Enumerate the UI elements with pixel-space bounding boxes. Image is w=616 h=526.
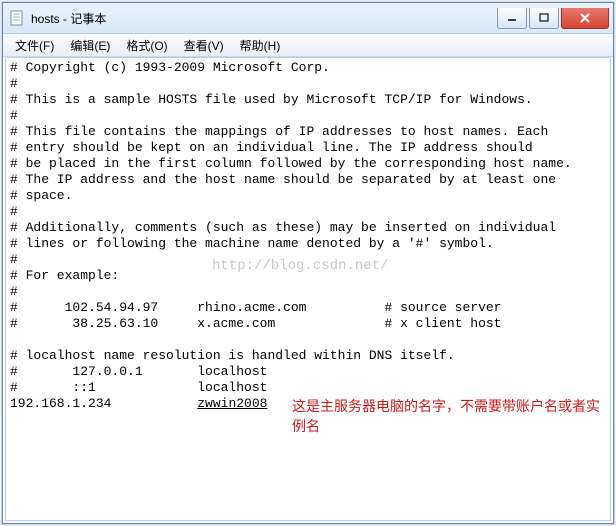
menu-format[interactable]: 格式(O) — [118, 35, 175, 56]
window-title: hosts - 记事本 — [31, 10, 495, 27]
window-buttons — [495, 8, 609, 28]
menu-file[interactable]: 文件(F) — [7, 35, 62, 56]
maximize-button[interactable] — [529, 8, 559, 29]
close-button[interactable] — [561, 8, 609, 29]
text-editor[interactable]: # Copyright (c) 1993-2009 Microsoft Corp… — [5, 57, 611, 521]
menu-help[interactable]: 帮助(H) — [232, 35, 289, 56]
underlined-hostname: zwwin2008 — [197, 396, 267, 411]
watermark-text: http://blog.csdn.net/ — [212, 258, 388, 274]
file-content: # Copyright (c) 1993-2009 Microsoft Corp… — [10, 60, 572, 411]
menu-edit[interactable]: 编辑(E) — [62, 35, 118, 56]
menu-bar: 文件(F) 编辑(E) 格式(O) 查看(V) 帮助(H) — [3, 34, 613, 57]
menu-view[interactable]: 查看(V) — [176, 35, 232, 56]
title-bar[interactable]: hosts - 记事本 — [3, 3, 613, 34]
annotation-text: 这是主服务器电脑的名字，不需要带账户名或者实例名 — [292, 396, 602, 436]
window: hosts - 记事本 文件(F) 编辑(E) 格式(O) 查看(V) 帮助(H… — [2, 2, 614, 524]
notepad-icon — [9, 10, 25, 26]
minimize-button[interactable] — [497, 8, 527, 29]
